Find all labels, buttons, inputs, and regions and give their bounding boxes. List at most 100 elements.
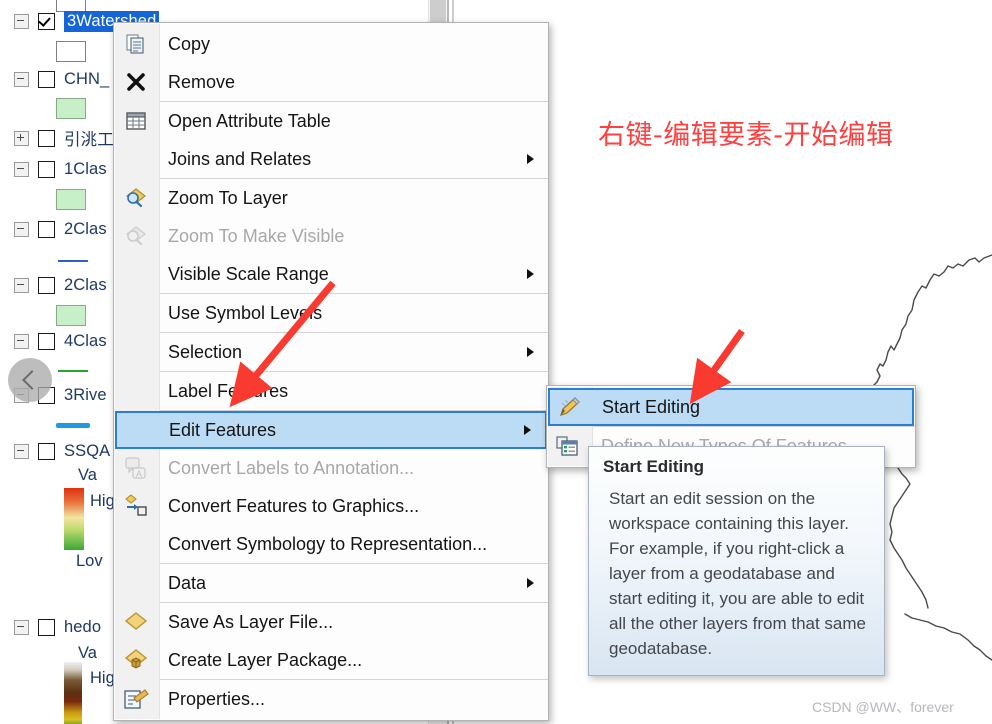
menu-item-zoom-to-layer[interactable]: Zoom To Layer [114,179,548,217]
convert-labels-icon: A [123,455,149,481]
toc-legend-ramp-row [64,662,82,724]
menu-item-open-attribute-table[interactable]: Open Attribute Table [114,102,548,140]
zoom-layer-icon [123,185,149,211]
toc-symbol-row [58,358,88,384]
layer-visibility-checkbox[interactable] [38,276,55,294]
layer-visibility-checkbox[interactable] [38,332,55,350]
toc-layer-row[interactable]: 引洮工 [14,125,114,151]
menu-item-convert-features-to-graphics[interactable]: Convert Features to Graphics... [114,487,548,525]
symbol-swatch-polygon-green [56,97,86,119]
submenu-arrow-icon [527,269,534,279]
toc-symbol-row [56,412,90,438]
pencil-icon [557,394,583,420]
layer-visibility-checkbox[interactable] [38,618,55,636]
menu-item-label: Joins and Relates [168,148,312,169]
legend-high-label: Hig [90,491,115,510]
toc-layer-row[interactable]: 2Clas [14,272,107,298]
svg-text:A: A [136,469,142,479]
expander-minus-icon[interactable] [14,333,29,349]
layer-visibility-checkbox[interactable] [38,12,55,30]
panel-collapse-button[interactable] [8,358,52,402]
layer-label[interactable]: 3Rive [64,386,107,405]
menu-item-save-as-layer-file[interactable]: Save As Layer File... [114,603,548,641]
expander-minus-icon[interactable] [14,619,29,635]
toc-layer-row[interactable]: 2Clas [14,216,107,242]
menu-item-properties[interactable]: Properties... [114,680,548,718]
tooltip-body: Start an edit session on the workspace c… [609,489,867,658]
watermark: CSDN @WW、forever [812,699,954,715]
expander-plus-icon[interactable] [14,130,29,146]
symbol-swatch-line-green [58,370,88,372]
toc-legend-ramp-row [64,488,84,552]
menu-item-remove[interactable]: Remove [114,63,548,101]
toc-layer-row[interactable]: SSQA [14,438,110,464]
layer-visibility-checkbox[interactable] [38,220,55,238]
toc-symbol-row [56,302,86,328]
expander-minus-icon[interactable] [14,13,29,29]
toc-symbol-row [56,95,86,121]
toc-legend-low-row: Lov [76,548,103,574]
submenu-arrow-icon [527,578,534,588]
copy-icon [123,31,149,57]
layer-label[interactable]: hedo [64,618,101,637]
layer-label[interactable]: 2Clas [64,220,107,239]
menu-item-label: Zoom To Layer [168,187,288,208]
annotation-arrow-right [689,328,745,405]
expander-minus-icon[interactable] [14,161,29,177]
layer-visibility-checkbox[interactable] [38,160,55,178]
symbol-swatch-polygon-white [56,40,86,62]
toc-layer-row[interactable]: 4Clas [14,328,107,354]
menu-item-create-layer-package[interactable]: Create Layer Package... [114,641,548,679]
layer-label[interactable]: 4Clas [64,332,107,351]
menu-item-convert-symbology-to-representation[interactable]: Convert Symbology to Representation... [114,525,548,563]
expander-minus-icon[interactable] [14,277,29,293]
menu-item-label: Copy [168,33,211,54]
layer-visibility-checkbox[interactable] [38,70,55,88]
start-editing-tooltip: Start Editing Start an edit session on t… [588,446,885,676]
layer-visibility-checkbox[interactable] [38,129,55,147]
submenu-arrow-icon [527,347,534,357]
menu-item-label: Zoom To Make Visible [168,225,345,246]
chevron-left-icon [22,370,42,390]
menu-item-label: Properties... [168,688,266,709]
legend-low-label: Lov [76,551,103,570]
layer-file-icon [123,609,149,635]
menu-item-label: Save As Layer File... [168,611,334,632]
layer-package-icon [123,647,149,673]
menu-item-edit-features[interactable]: Edit Features [115,411,547,449]
symbol-swatch-line-blue [58,260,88,262]
remove-x-icon [123,69,149,95]
layer-label[interactable]: 引洮工 [64,126,114,150]
toc-layer-row[interactable]: hedo [14,614,101,640]
toc-layer-row[interactable]: 1Clas [14,156,107,182]
menu-item-label: Open Attribute Table [168,110,331,131]
expander-minus-icon[interactable] [14,71,29,87]
menu-item-data[interactable]: Data [114,564,548,602]
layer-visibility-checkbox[interactable] [38,442,55,460]
toc-symbol-row [58,248,88,274]
symbol-swatch-line-cyan [56,422,90,428]
menu-item-convert-labels-to-annotation: A Convert Labels to Annotation... [114,449,548,487]
menu-item-label: Create Layer Package... [168,649,363,670]
toc-layer-row[interactable]: CHN_ [14,66,109,92]
layer-label[interactable]: 2Clas [64,276,107,295]
layer-label[interactable]: SSQA [64,442,110,461]
layer-label[interactable]: CHN_ [64,70,109,89]
legend-value-label: Va [78,465,97,484]
menu-item-label: Edit Features [169,419,277,440]
menu-item-label: Remove [168,71,236,92]
submenu-arrow-icon [527,154,534,164]
menu-item-copy[interactable]: Copy [114,25,548,63]
menu-item-joins-and-relates[interactable]: Joins and Relates [114,140,548,178]
arcmap-screenshot: 3Watershed CHN_ 引洮工 1Clas 2Clas 2Clas 4C… [0,0,992,724]
color-ramp-swatch-elevation [64,662,82,724]
expander-minus-icon[interactable] [14,443,29,459]
menu-item-label: Convert Symbology to Representation... [168,533,488,554]
submenu-arrow-icon [524,425,531,435]
expander-minus-icon[interactable] [14,221,29,237]
layer-label[interactable]: 1Clas [64,160,107,179]
menu-item-label: Convert Labels to Annotation... [168,457,415,478]
annotation-arrow-left [229,280,336,408]
toc-symbol-row [56,38,86,64]
zoom-visible-icon [123,223,149,249]
